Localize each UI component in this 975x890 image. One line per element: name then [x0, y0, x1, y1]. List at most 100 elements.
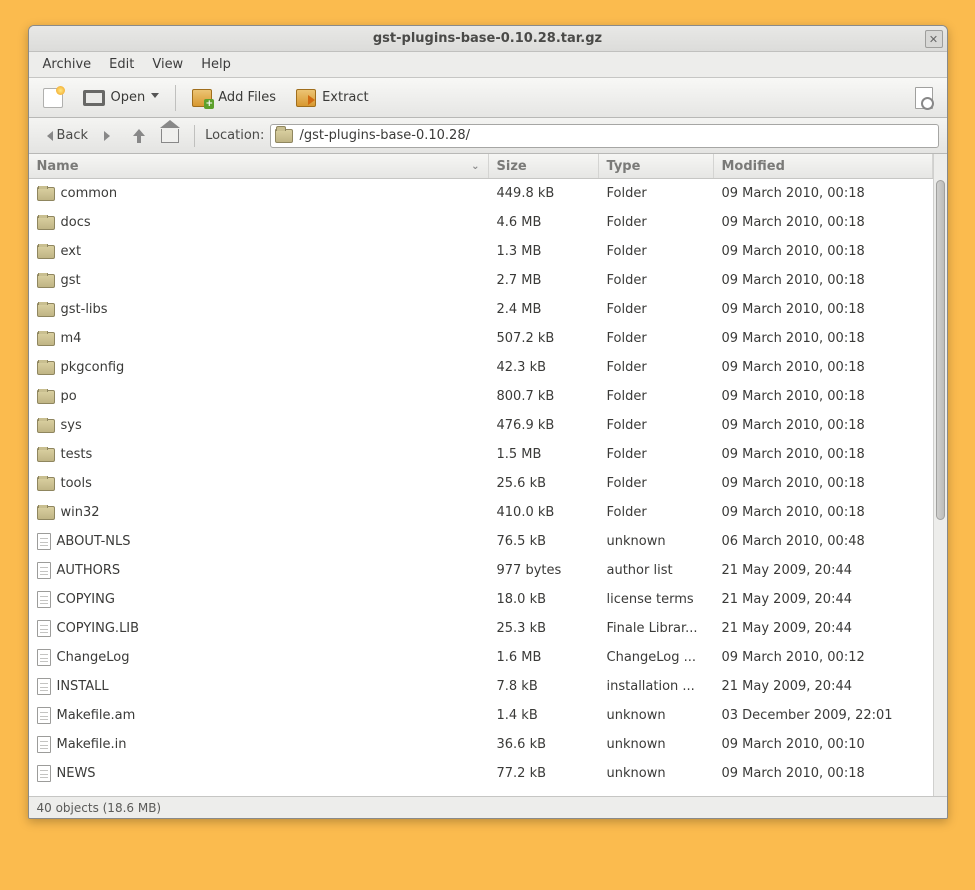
file-row[interactable]: Makefile.in36.6 kBunknown09 March 2010, …: [29, 730, 933, 759]
column-header-type[interactable]: Type: [599, 154, 714, 178]
scrollbar-thumb[interactable]: [936, 180, 945, 520]
file-row[interactable]: pkgconfig42.3 kBFolder09 March 2010, 00:…: [29, 353, 933, 382]
location-value: /gst-plugins-base-0.10.28/: [299, 128, 470, 143]
status-text: 40 objects (18.6 MB): [37, 801, 162, 815]
window-close-button[interactable]: ✕: [925, 30, 943, 48]
menu-help[interactable]: Help: [193, 54, 239, 75]
file-type: Folder: [599, 389, 714, 404]
column-header-modified[interactable]: Modified: [714, 154, 933, 178]
file-icon: [37, 707, 51, 724]
file-row[interactable]: tests1.5 MBFolder09 March 2010, 00:18: [29, 440, 933, 469]
file-modified: 09 March 2010, 00:18: [714, 505, 933, 520]
file-name: ABOUT-NLS: [57, 534, 131, 549]
file-size: 2.7 MB: [489, 273, 599, 288]
file-size: 977 bytes: [489, 563, 599, 578]
file-name: COPYING: [57, 592, 115, 607]
file-name: ChangeLog: [57, 650, 130, 665]
file-row[interactable]: ABOUT-NLS76.5 kBunknown06 March 2010, 00…: [29, 527, 933, 556]
back-button[interactable]: Back: [37, 125, 94, 146]
file-type: license terms: [599, 592, 714, 607]
folder-icon: [37, 216, 55, 230]
file-size: 76.5 kB: [489, 534, 599, 549]
column-header-name[interactable]: Name ⌄: [29, 154, 489, 178]
file-size: 77.2 kB: [489, 766, 599, 781]
back-icon: [42, 131, 53, 141]
file-icon: [37, 765, 51, 782]
menu-edit[interactable]: Edit: [101, 54, 142, 75]
properties-button[interactable]: [907, 83, 941, 113]
file-type: Folder: [599, 476, 714, 491]
file-modified: 09 March 2010, 00:18: [714, 418, 933, 433]
up-icon: [131, 129, 145, 143]
extract-label: Extract: [322, 90, 369, 105]
menu-view[interactable]: View: [144, 54, 191, 75]
forward-button[interactable]: [99, 128, 120, 144]
file-row[interactable]: Makefile.am1.4 kBunknown03 December 2009…: [29, 701, 933, 730]
file-modified: 09 March 2010, 00:10: [714, 737, 933, 752]
location-input[interactable]: /gst-plugins-base-0.10.28/: [270, 124, 938, 148]
add-files-label: Add Files: [218, 90, 276, 105]
file-type: unknown: [599, 534, 714, 549]
menu-archive[interactable]: Archive: [35, 54, 100, 75]
folder-icon: [37, 187, 55, 201]
new-archive-button[interactable]: [35, 84, 71, 112]
file-size: 507.2 kB: [489, 331, 599, 346]
file-row[interactable]: m4507.2 kBFolder09 March 2010, 00:18: [29, 324, 933, 353]
file-size: 1.5 MB: [489, 447, 599, 462]
file-row[interactable]: NEWS77.2 kBunknown09 March 2010, 00:18: [29, 759, 933, 788]
file-type: Finale Librar...: [599, 621, 714, 636]
file-type: Folder: [599, 447, 714, 462]
file-row[interactable]: po800.7 kBFolder09 March 2010, 00:18: [29, 382, 933, 411]
file-row[interactable]: AUTHORS977 bytesauthor list21 May 2009, …: [29, 556, 933, 585]
open-archive-button[interactable]: Open: [75, 86, 168, 110]
archive-manager-window: gst-plugins-base-0.10.28.tar.gz ✕ Archiv…: [28, 25, 948, 819]
location-bar: Back Location: /gst-plugins-base-0.10.28…: [29, 118, 947, 154]
titlebar[interactable]: gst-plugins-base-0.10.28.tar.gz ✕: [29, 26, 947, 52]
vertical-scrollbar[interactable]: [933, 154, 947, 796]
file-row[interactable]: docs4.6 MBFolder09 March 2010, 00:18: [29, 208, 933, 237]
file-row[interactable]: common449.8 kBFolder09 March 2010, 00:18: [29, 179, 933, 208]
file-modified: 21 May 2009, 20:44: [714, 563, 933, 578]
file-row[interactable]: sys476.9 kBFolder09 March 2010, 00:18: [29, 411, 933, 440]
up-button[interactable]: [126, 126, 150, 146]
file-type: Folder: [599, 505, 714, 520]
file-row[interactable]: ext1.3 MBFolder09 March 2010, 00:18: [29, 237, 933, 266]
column-header-size[interactable]: Size: [489, 154, 599, 178]
folder-icon: [37, 448, 55, 462]
file-row[interactable]: COPYING18.0 kBlicense terms21 May 2009, …: [29, 585, 933, 614]
file-name: pkgconfig: [61, 360, 125, 375]
file-name: COPYING.LIB: [57, 621, 140, 636]
file-row[interactable]: COPYING.LIB25.3 kBFinale Librar...21 May…: [29, 614, 933, 643]
file-row[interactable]: ChangeLog1.6 MBChangeLog ...09 March 201…: [29, 643, 933, 672]
file-icon: [37, 620, 51, 637]
file-type: installation ...: [599, 679, 714, 694]
file-name: po: [61, 389, 77, 404]
folder-icon: [37, 332, 55, 346]
folder-icon: [37, 390, 55, 404]
file-size: 42.3 kB: [489, 360, 599, 375]
file-type: author list: [599, 563, 714, 578]
window-title: gst-plugins-base-0.10.28.tar.gz: [373, 31, 602, 46]
add-files-button[interactable]: Add Files: [184, 85, 284, 111]
folder-icon: [37, 419, 55, 433]
file-row[interactable]: gst-libs2.4 MBFolder09 March 2010, 00:18: [29, 295, 933, 324]
file-modified: 03 December 2009, 22:01: [714, 708, 933, 723]
file-row[interactable]: win32410.0 kBFolder09 March 2010, 00:18: [29, 498, 933, 527]
menubar: Archive Edit View Help: [29, 52, 947, 78]
folder-icon: [37, 477, 55, 491]
file-size: 25.6 kB: [489, 476, 599, 491]
home-button[interactable]: [156, 126, 184, 146]
file-size: 1.6 MB: [489, 650, 599, 665]
file-row[interactable]: gst2.7 MBFolder09 March 2010, 00:18: [29, 266, 933, 295]
file-name: gst: [61, 273, 81, 288]
folder-icon: [37, 245, 55, 259]
extract-button[interactable]: Extract: [288, 85, 377, 111]
file-size: 1.3 MB: [489, 244, 599, 259]
file-icon: [37, 678, 51, 695]
file-modified: 09 March 2010, 00:12: [714, 650, 933, 665]
dropdown-icon: [151, 93, 159, 102]
file-size: 449.8 kB: [489, 186, 599, 201]
file-modified: 09 March 2010, 00:18: [714, 244, 933, 259]
file-row[interactable]: tools25.6 kBFolder09 March 2010, 00:18: [29, 469, 933, 498]
file-row[interactable]: INSTALL7.8 kBinstallation ...21 May 2009…: [29, 672, 933, 701]
